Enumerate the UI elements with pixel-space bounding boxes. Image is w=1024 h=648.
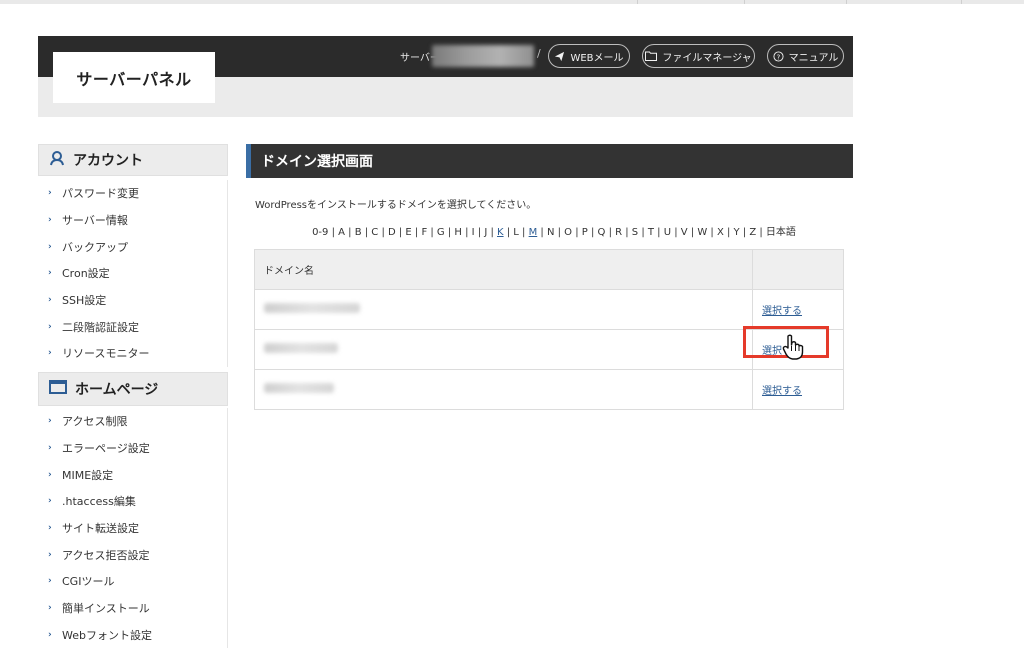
sidebar-item-label: リソースモニター xyxy=(62,345,149,361)
table-header-row: ドメイン名 xyxy=(255,250,844,290)
chevron-right-icon: › xyxy=(48,242,54,252)
table-row: 選択する xyxy=(255,370,844,410)
strip-divider xyxy=(846,0,847,4)
sidebar-item-error-page[interactable]: › エラーページ設定 xyxy=(38,435,227,462)
folder-icon xyxy=(645,51,657,61)
domain-redacted xyxy=(264,343,338,353)
domain-cell xyxy=(255,330,753,370)
window-icon xyxy=(49,380,67,398)
logo-text: サーバーパネル xyxy=(76,66,191,90)
question-circle-icon: ? xyxy=(773,51,784,62)
sidebar-item-label: サーバー情報 xyxy=(62,212,128,228)
select-domain-link[interactable]: 選択する xyxy=(762,386,802,397)
alphabet-letters: | L | xyxy=(504,227,529,238)
sidebar-item-label: パスワード変更 xyxy=(62,185,139,201)
webmail-label: WEBメール xyxy=(570,49,623,64)
sidebar-item-access-deny[interactable]: › アクセス拒否設定 xyxy=(38,541,227,568)
chevron-right-icon: › xyxy=(48,188,54,198)
instruction-text: WordPressをインストールするドメインを選択してください。 xyxy=(255,196,536,211)
chevron-right-icon: › xyxy=(48,295,54,305)
chevron-right-icon: › xyxy=(48,348,54,358)
chevron-right-icon: › xyxy=(48,523,54,533)
sidebar-account-title: アカウント xyxy=(73,150,143,170)
chevron-right-icon: › xyxy=(48,215,54,225)
select-column-header xyxy=(753,250,844,290)
chevron-right-icon: › xyxy=(48,268,54,278)
page-title-text: ドメイン選択画面 xyxy=(261,151,373,171)
sidebar-item-two-factor[interactable]: › 二段階認証設定 xyxy=(38,313,227,340)
chevron-right-icon: › xyxy=(48,322,54,332)
sidebar-item-label: MIME設定 xyxy=(62,467,113,483)
domain-redacted xyxy=(264,383,334,393)
alphabet-letters: | N | O | P | Q | R | S | T | U | V | W … xyxy=(537,227,796,238)
user-icon xyxy=(49,150,65,170)
paper-plane-icon xyxy=(554,51,565,62)
sidebar-item-server-info[interactable]: › サーバー情報 xyxy=(38,207,227,234)
sidebar-item-access-restriction[interactable]: › アクセス制限 xyxy=(38,408,227,435)
chevron-right-icon: › xyxy=(48,603,54,613)
sidebar-item-backup[interactable]: › バックアップ xyxy=(38,233,227,260)
sidebar-item-label: SSH設定 xyxy=(62,292,106,308)
sidebar-item-htaccess[interactable]: › .htaccess編集 xyxy=(38,488,227,515)
file-manager-label: ファイルマネージャ xyxy=(662,49,751,64)
sidebar-item-password[interactable]: › パスワード変更 xyxy=(38,180,227,207)
sidebar-item-label: Cron設定 xyxy=(62,265,110,281)
sidebar-item-label: アクセス制限 xyxy=(62,413,127,429)
webmail-button[interactable]: WEBメール xyxy=(548,44,630,68)
svg-text:?: ? xyxy=(776,53,780,61)
table-row: 選択する xyxy=(255,290,844,330)
sidebar-item-site-redirect[interactable]: › サイト転送設定 xyxy=(38,515,227,542)
sidebar-item-label: サイト転送設定 xyxy=(62,520,139,536)
sidebar-item-resource-monitor[interactable]: › リソースモニター xyxy=(38,340,227,367)
sidebar-item-mime[interactable]: › MIME設定 xyxy=(38,461,227,488)
alphabet-link-m[interactable]: M xyxy=(529,227,538,238)
browser-top-strip xyxy=(0,0,1024,4)
domain-name-header: ドメイン名 xyxy=(255,250,753,290)
alphabet-filter: 0-9 | A | B | C | D | E | F | G | H | I … xyxy=(254,223,854,238)
select-domain-link[interactable]: 選択する xyxy=(762,306,802,317)
chevron-right-icon: › xyxy=(48,443,54,453)
chevron-right-icon: › xyxy=(48,470,54,480)
chevron-right-icon: › xyxy=(48,576,54,586)
sidebar-item-label: アクセス拒否設定 xyxy=(62,547,149,563)
domain-redacted xyxy=(264,303,360,313)
domain-cell xyxy=(255,370,753,410)
sidebar-item-label: 簡単インストール xyxy=(62,600,150,616)
manual-button[interactable]: ? マニュアル xyxy=(767,44,844,68)
chevron-right-icon: › xyxy=(48,550,54,560)
sidebar-item-easy-install[interactable]: › 簡単インストール xyxy=(38,595,227,622)
manual-label: マニュアル xyxy=(789,49,839,64)
select-cell: 選択する xyxy=(753,290,844,330)
server-id-redacted xyxy=(432,45,534,67)
sidebar-item-cron[interactable]: › Cron設定 xyxy=(38,260,227,287)
sidebar-homepage-heading: ホームページ xyxy=(38,372,228,406)
chevron-right-icon: › xyxy=(48,496,54,506)
sidebar-item-label: 二段階認証設定 xyxy=(62,319,139,335)
hand-cursor-icon xyxy=(780,333,808,365)
sidebar-homepage-title: ホームページ xyxy=(75,379,158,399)
sidebar-item-label: バックアップ xyxy=(62,239,128,255)
server-separator: / xyxy=(537,47,541,60)
strip-divider xyxy=(744,0,745,4)
sidebar-item-label: エラーページ設定 xyxy=(62,440,150,456)
page-title: ドメイン選択画面 xyxy=(246,144,853,178)
sidebar-account-heading: アカウント xyxy=(38,144,228,176)
strip-divider xyxy=(637,0,638,4)
sidebar-homepage-list: › アクセス制限 › エラーページ設定 › MIME設定 › .htaccess編集 ›… xyxy=(38,408,228,648)
select-cell: 選択する xyxy=(753,370,844,410)
sidebar-item-label: CGIツール xyxy=(62,573,114,589)
chevron-right-icon: › xyxy=(48,416,54,426)
sidebar-account-list: ›パスワード変更 ›サーバー情報 ›バックアップ ›Cron設定 ›SSH設定 … xyxy=(38,180,228,367)
sidebar-item-ssh[interactable]: › SSH設定 xyxy=(38,287,227,314)
server-panel-logo[interactable]: サーバーパネル xyxy=(53,52,215,103)
file-manager-button[interactable]: ファイルマネージャ xyxy=(642,44,755,68)
alphabet-letters: 0-9 | A | B | C | D | E | F | G | H | I … xyxy=(312,227,497,238)
sidebar-item-label: .htaccess編集 xyxy=(62,493,136,509)
sidebar-item-cgi-tools[interactable]: › CGIツール xyxy=(38,568,227,595)
domain-cell xyxy=(255,290,753,330)
strip-divider xyxy=(961,0,962,4)
